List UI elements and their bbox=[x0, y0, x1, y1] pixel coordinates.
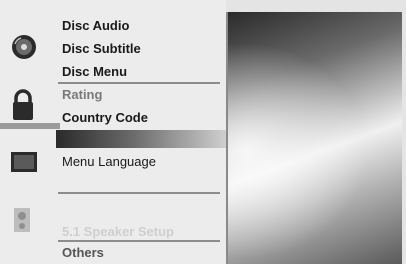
lock-icon bbox=[10, 88, 36, 127]
selection-highlight bbox=[56, 130, 226, 148]
menu-item-country-code[interactable]: Country Code bbox=[62, 110, 148, 125]
menu-item-disc-audio[interactable]: Disc Audio bbox=[62, 18, 129, 33]
dvd-setup-screen: Disc Audio Disc Subtitle Disc Menu Ratin… bbox=[0, 0, 406, 264]
menu-item-speaker-setup[interactable]: 5.1 Speaker Setup bbox=[62, 224, 174, 239]
menu-divider bbox=[58, 192, 220, 194]
preview-pane bbox=[226, 12, 402, 264]
disc-icon bbox=[10, 33, 38, 66]
speaker-icon bbox=[10, 207, 34, 238]
selection-indicator bbox=[0, 123, 60, 129]
menu-divider bbox=[58, 240, 220, 242]
menu-item-menu-language[interactable]: Menu Language bbox=[62, 154, 156, 169]
monitor-icon bbox=[10, 150, 38, 179]
menu-item-disc-subtitle[interactable]: Disc Subtitle bbox=[62, 41, 141, 56]
menu-item-disc-menu[interactable]: Disc Menu bbox=[62, 64, 127, 79]
menu-divider bbox=[58, 82, 220, 84]
setup-menu: Disc Audio Disc Subtitle Disc Menu Ratin… bbox=[0, 0, 226, 264]
menu-item-others[interactable]: Others bbox=[62, 245, 104, 260]
menu-item-rating[interactable]: Rating bbox=[62, 87, 102, 102]
